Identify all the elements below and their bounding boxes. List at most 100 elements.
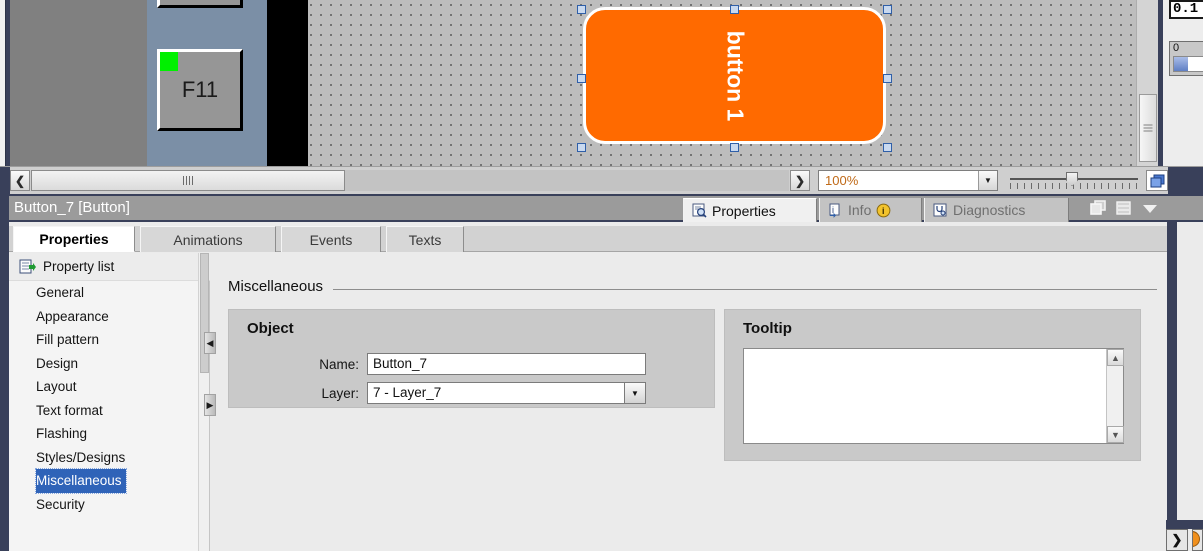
pane-splitter[interactable]: ◀ ▶: [204, 332, 216, 452]
chevron-down-icon[interactable]: ▼: [1107, 426, 1124, 443]
function-key-f10[interactable]: F10: [157, 0, 243, 8]
selection-handle-bottom-center[interactable]: [730, 143, 739, 152]
name-field-label: Name:: [319, 356, 359, 372]
function-key-f11[interactable]: F11: [157, 49, 243, 131]
selection-handle-bottom-right[interactable]: [883, 143, 892, 152]
property-list-item-fill-pattern[interactable]: Fill pattern: [9, 328, 210, 352]
chevron-down-icon[interactable]: [1141, 202, 1159, 215]
property-item-label: Appearance: [36, 308, 109, 324]
editor-canvas-area[interactable]: F10 F11 button 1 0.1: [0, 0, 1203, 166]
statusbar-right-border: [1168, 167, 1203, 195]
subtab-animations[interactable]: Animations: [140, 226, 276, 252]
function-key-f11-label: F11: [181, 77, 219, 102]
selection-handle-middle-right[interactable]: [883, 74, 892, 83]
property-list-item-general[interactable]: General: [9, 281, 210, 305]
canvas-vertical-scrollbar[interactable]: [1136, 0, 1158, 166]
property-list-icon: [19, 259, 36, 275]
hmi-device-preview[interactable]: F10 F11: [10, 0, 318, 166]
tab-properties[interactable]: Properties: [683, 198, 817, 222]
canvas-vertical-scrollbar-thumb[interactable]: [1139, 94, 1157, 162]
chevron-down-icon[interactable]: ▼: [978, 171, 997, 190]
subtab-texts[interactable]: Texts: [386, 226, 464, 252]
right-sliver-border: [1167, 222, 1177, 551]
selection-handle-middle-left[interactable]: [577, 74, 586, 83]
diagnostics-stethoscope-icon: [933, 203, 948, 218]
property-content-area: Miscellaneous Object Name: Button_7 Laye…: [216, 253, 1167, 551]
right-panel-value-field[interactable]: 0.1: [1169, 0, 1203, 19]
property-item-label: General: [36, 285, 85, 301]
property-list-items: General Appearance Fill pattern Design L…: [9, 281, 210, 516]
hmi-button-object[interactable]: button 1: [583, 7, 886, 144]
subtab-properties[interactable]: Properties: [13, 226, 135, 252]
section-divider: [333, 288, 1157, 290]
tab-info-label: Info: [848, 202, 872, 218]
function-key-f11-led: [160, 52, 178, 71]
svg-text:i: i: [882, 206, 885, 216]
chevron-left-icon[interactable]: ❮: [10, 170, 30, 191]
restore-window-icon[interactable]: [1090, 200, 1107, 216]
tab-diagnostics-label: Diagnostics: [953, 202, 1026, 218]
properties-pane-left-border: [0, 222, 9, 551]
chevron-up-icon[interactable]: ▲: [1107, 349, 1124, 366]
tab-info[interactable]: i Info i: [819, 198, 922, 222]
tab-diagnostics[interactable]: Diagnostics: [924, 198, 1069, 222]
property-list-item-layout[interactable]: Layout: [9, 375, 210, 399]
property-list-item-styles-designs[interactable]: Styles/Designs: [9, 446, 210, 470]
selection-handle-top-center[interactable]: [730, 5, 739, 14]
property-list-item-design[interactable]: Design: [9, 352, 210, 376]
name-field-row: Name: Button_7: [247, 353, 646, 375]
subtab-texts-label: Texts: [408, 231, 442, 248]
chevron-right-icon[interactable]: ❯: [790, 170, 810, 191]
property-item-label: Design: [36, 355, 79, 371]
property-item-label: Styles/Designs: [36, 449, 126, 465]
inspector-title-bar: Button_7 [Button] Properties i Info i Di…: [0, 194, 1203, 222]
triangle-left-icon[interactable]: ◀: [204, 332, 216, 354]
zoom-slider[interactable]: [1010, 171, 1138, 191]
inspector-window-controls: [1090, 200, 1159, 216]
chevron-right-icon[interactable]: ❯: [1166, 529, 1188, 551]
tooltip-textarea[interactable]: ▲ ▼: [743, 348, 1124, 444]
property-list-item-text-format[interactable]: Text format: [9, 399, 210, 423]
property-item-label: Layout: [36, 379, 77, 395]
zoom-level-combobox[interactable]: 100% ▼: [818, 170, 998, 191]
property-list-sidebar[interactable]: Property list General Appearance Fill pa…: [9, 253, 210, 551]
property-list-item-appearance[interactable]: Appearance: [9, 305, 210, 329]
section-title: Miscellaneous: [228, 277, 324, 295]
chevron-down-icon[interactable]: ▼: [624, 382, 646, 404]
list-view-icon[interactable]: [1116, 200, 1132, 216]
property-item-label: Miscellaneous: [36, 473, 122, 489]
tooltip-scrollbar[interactable]: ▲ ▼: [1106, 349, 1124, 443]
right-panel-slider[interactable]: 0: [1169, 41, 1203, 76]
layer-field-label: Layer:: [321, 385, 359, 401]
selection-handle-top-left[interactable]: [577, 5, 586, 14]
inspector-left-border: [0, 196, 9, 220]
layer-combobox[interactable]: 7 - Layer_7 ▼: [367, 382, 646, 404]
subtab-events-label: Events: [309, 231, 353, 248]
layout-windows-icon[interactable]: [1146, 170, 1168, 191]
subtab-events[interactable]: Events: [281, 226, 381, 252]
editor-statusbar: ❮ ❯ 100% ▼: [0, 166, 1203, 195]
info-badge-icon: i: [876, 203, 891, 218]
grip-icon: [1143, 124, 1153, 132]
property-list-item-security[interactable]: Security: [9, 493, 210, 517]
name-input[interactable]: Button_7: [367, 353, 646, 375]
right-side-panel[interactable]: 0.1 0: [1163, 0, 1203, 166]
right-panel-slider-track[interactable]: [1173, 56, 1203, 72]
right-panel-slider-fill: [1174, 57, 1188, 71]
zoom-level-value: 100%: [825, 173, 859, 188]
selected-object-title: Button_7 [Button]: [14, 199, 130, 216]
grip-icon: [183, 176, 193, 185]
object-group-title: Object: [247, 320, 294, 337]
selection-handle-top-right[interactable]: [883, 5, 892, 14]
selection-handle-bottom-left[interactable]: [577, 143, 586, 152]
right-orange-indicator[interactable]: [1192, 529, 1203, 551]
tooltip-group: Tooltip ▲ ▼: [724, 309, 1141, 461]
property-list-item-miscellaneous[interactable]: Miscellaneous: [35, 468, 127, 494]
property-list-item-flashing[interactable]: Flashing: [9, 422, 210, 446]
horizontal-scrollbar-thumb[interactable]: [31, 170, 345, 191]
properties-subtab-row: Properties Animations Events Texts: [9, 226, 1203, 252]
triangle-right-icon[interactable]: ▶: [204, 394, 216, 416]
layer-combobox-value[interactable]: 7 - Layer_7: [367, 382, 624, 404]
property-item-label: Flashing: [36, 426, 88, 442]
statusbar-left-border: [0, 167, 10, 195]
